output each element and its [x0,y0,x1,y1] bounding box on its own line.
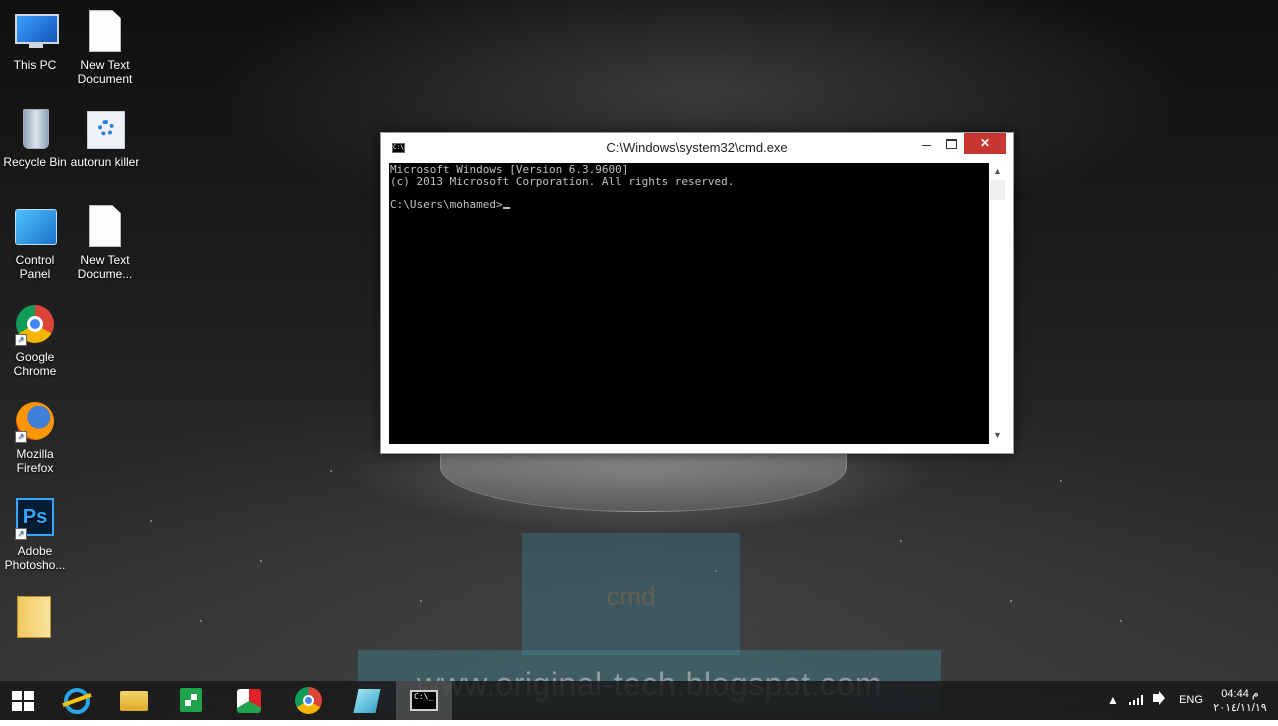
shortcut-arrow-icon: ↗ [15,431,27,443]
language-indicator[interactable]: ENG [1176,681,1206,720]
speck [150,520,152,522]
taskbar-file-explorer[interactable] [106,681,162,720]
file-explorer-icon [120,691,148,711]
speck [260,560,262,562]
start-button[interactable] [0,681,46,720]
desktop-icon-label: Mozilla Firefox [16,447,54,475]
windows-logo-icon [12,691,34,711]
text-document-icon [83,10,127,54]
desktop-icon-new-text-document-2[interactable]: New Text Docume... [70,205,140,281]
control-panel-icon [13,205,57,249]
desktop-icon-autorun-killer[interactable]: autorun killer [70,107,140,169]
speck [900,540,902,542]
taskbar-store[interactable] [163,681,219,720]
speck [420,600,422,602]
console-prompt: C:\Users\mohamed> [390,197,503,211]
desktop-icon-recycle-bin[interactable]: Recycle Bin [0,107,70,169]
taskbar: C:\_ ▲ ENG 04:44 م ٢٠١٤/١١/١٩ [0,681,1278,720]
text-cursor [502,207,510,209]
scroll-down-icon[interactable]: ▼ [989,427,1006,444]
scroll-up-icon[interactable]: ▲ [989,163,1006,180]
desktop-icon-label: New Text Docume... [77,253,133,281]
taskbar-internet-explorer[interactable] [48,681,104,720]
desktop-background: This PC New Text Document Recycle Bin au… [0,0,1278,720]
taskbar-chrome[interactable] [280,681,336,720]
taskbar-command-prompt[interactable]: C:\_ [396,681,452,720]
desktop-icon-label: autorun killer [70,155,140,169]
internet-explorer-icon [64,688,90,714]
speck [1060,480,1062,482]
clock-date: ٢٠١٤/١١/١٩ [1213,702,1267,714]
shortcut-arrow-icon: ↗ [15,528,27,540]
speck [330,470,332,472]
show-hidden-icons-button[interactable]: ▲ [1104,681,1122,720]
desktop-icon-label: This PC [13,58,57,72]
scroll-thumb[interactable] [990,180,1005,200]
remote-desktop-icon [353,689,381,713]
search-overlay-text: cmd [606,581,656,611]
close-button[interactable]: ✕ [964,133,1006,154]
taskbar-office[interactable] [221,681,277,720]
desktop-icon-label: Google Chrome [13,350,57,378]
desktop-icon-this-pc[interactable]: This PC [0,10,70,72]
clock-time: 04:44 م [1221,688,1259,700]
console-line: (c) 2013 Microsoft Corporation. All righ… [390,174,735,188]
desktop-icon-mozilla-firefox[interactable]: ↗ Mozilla Firefox [0,399,70,475]
desktop-icon-folder[interactable] [0,592,70,640]
autorun-killer-icon [83,107,127,151]
console-output[interactable]: Microsoft Windows [Version 6.3.9600] (c) … [389,163,989,444]
chrome-icon [295,687,322,714]
search-overlay: cmd [522,533,740,655]
text-document-icon [83,205,127,249]
desktop-icon-label: Adobe Photosho... [4,544,66,572]
maximize-button[interactable] [938,133,965,154]
computer-icon [13,10,59,54]
firefox-icon: ↗ [13,399,57,443]
minimize-button[interactable] [913,133,940,154]
title-bar[interactable]: C:\ C:\Windows\system32\cmd.exe ✕ [381,133,1013,162]
network-icon[interactable] [1126,681,1146,720]
photoshop-icon: Ps ↗ [13,496,57,540]
speck [1010,600,1012,602]
speck [1120,620,1122,622]
command-prompt-icon: C:\_ [410,690,438,711]
chrome-icon: ↗ [13,302,57,346]
pedestal-decoration [440,450,847,512]
recycle-bin-icon [13,107,57,151]
shortcut-arrow-icon: ↗ [15,334,27,346]
desktop-icon-label: Control Panel [15,253,55,281]
desktop-icon-adobe-photoshop[interactable]: Ps ↗ Adobe Photosho... [0,496,70,572]
volume-icon[interactable] [1150,681,1170,720]
clock[interactable]: 04:44 م ٢٠١٤/١١/١٩ [1212,681,1268,726]
desktop-icon-google-chrome[interactable]: ↗ Google Chrome [0,302,70,378]
speck [200,620,202,622]
console-prompt-line: C:\Users\mohamed> [390,197,988,211]
vertical-scrollbar[interactable]: ▲ ▼ [989,163,1006,444]
taskbar-remote-desktop[interactable] [338,681,394,720]
folder-icon [13,592,57,638]
desktop-icon-label: Recycle Bin [3,155,67,169]
cmd-window[interactable]: C:\ C:\Windows\system32\cmd.exe ✕ Micros… [380,132,1014,454]
desktop-icon-new-text-document[interactable]: New Text Document [70,10,140,86]
console-line: Microsoft Windows [Version 6.3.9600] [390,163,629,176]
store-icon [180,688,202,712]
desktop-icon-control-panel[interactable]: Control Panel [0,205,70,281]
desktop-icon-label: New Text Document [77,58,133,86]
office-icon [237,689,261,713]
